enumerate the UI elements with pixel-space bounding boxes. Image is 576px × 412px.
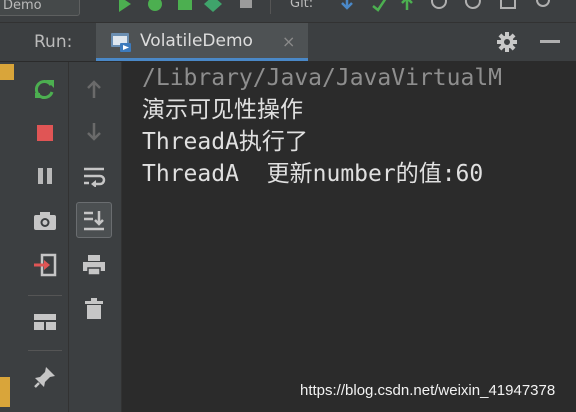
gear-icon[interactable]: [496, 31, 518, 53]
run-icon[interactable]: [116, 0, 134, 12]
profile-icon[interactable]: [204, 0, 222, 12]
debug-icon[interactable]: [146, 0, 164, 12]
git-commit-icon[interactable]: [370, 0, 388, 12]
divider: [28, 295, 62, 296]
search-everywhere-icon[interactable]: [500, 0, 518, 12]
console-output[interactable]: /Library/Java/JavaVirtualM 演示可见性操作 Threa…: [122, 62, 576, 412]
toolbar-separator: [270, 0, 271, 14]
pause-icon[interactable]: [32, 163, 58, 189]
console-line: 演示可见性操作: [142, 97, 303, 123]
console-line: ThreadA 更新number的值:60: [142, 161, 484, 187]
stop-icon[interactable]: [32, 120, 58, 146]
tab-title: VolatileDemo: [140, 31, 253, 51]
editor-marker: [0, 64, 14, 80]
camera-icon[interactable]: [32, 208, 58, 234]
rollback-icon[interactable]: [464, 0, 482, 12]
login-icon[interactable]: [32, 252, 58, 278]
pin-icon[interactable]: [32, 364, 58, 390]
trash-icon[interactable]: [81, 296, 107, 322]
coverage-icon[interactable]: [176, 0, 194, 12]
close-icon[interactable]: ×: [282, 32, 295, 51]
git-push-icon[interactable]: [398, 0, 416, 12]
run-config-label: Demo: [3, 0, 42, 13]
run-configuration-icon: [111, 33, 131, 52]
arrow-down-icon[interactable]: [81, 119, 107, 145]
settings-toolbar-icon[interactable]: [534, 0, 552, 12]
run-actions-column: [22, 62, 69, 412]
layout-icon[interactable]: [32, 309, 58, 335]
arrow-up-icon[interactable]: [81, 76, 107, 102]
git-update-icon[interactable]: [338, 0, 356, 12]
print-icon[interactable]: [81, 252, 107, 278]
divider: [28, 350, 62, 351]
editor-marker-bottom: [0, 377, 10, 407]
run-label: Run:: [34, 32, 73, 52]
soft-wrap-icon[interactable]: [81, 163, 107, 189]
stop-toolbar-icon[interactable]: [238, 0, 256, 12]
left-tool-strip: [0, 62, 23, 412]
watermark-url: https://blog.csdn.net/weixin_41947378: [300, 382, 556, 399]
history-icon[interactable]: [430, 0, 448, 12]
main-toolbar: Demo Git:: [0, 0, 576, 23]
run-config-selector[interactable]: Demo: [0, 0, 80, 16]
scroll-to-end-icon[interactable]: [81, 207, 107, 233]
run-tool-header: Run: VolatileDemo ×: [0, 23, 576, 62]
tab-volatiledemo[interactable]: VolatileDemo ×: [96, 23, 308, 61]
minimize-icon[interactable]: [540, 40, 560, 43]
console-line: ThreadA执行了: [142, 129, 308, 155]
rerun-icon[interactable]: [32, 76, 58, 102]
console-line: /Library/Java/JavaVirtualM: [142, 65, 503, 91]
git-label: Git:: [290, 0, 314, 11]
